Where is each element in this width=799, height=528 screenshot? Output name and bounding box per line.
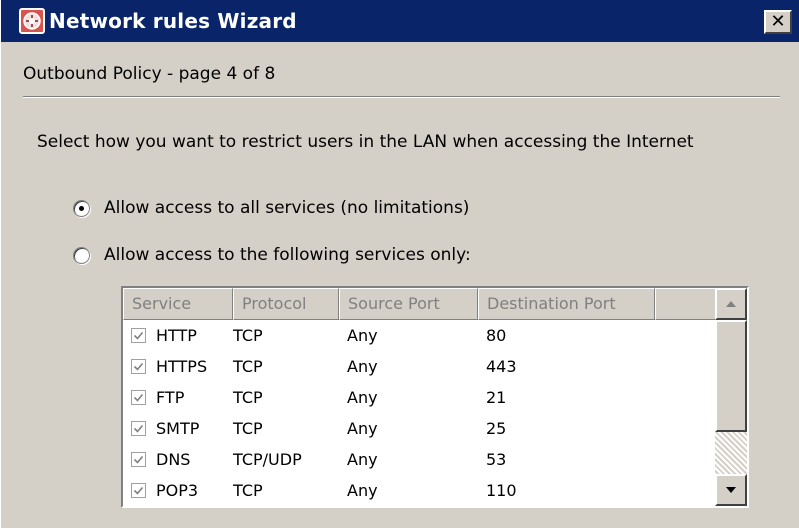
scroll-up-button[interactable] — [715, 288, 747, 320]
protocol-cell: TCP — [233, 388, 263, 407]
source-port-cell: Any — [347, 326, 378, 345]
service-cell: DNS — [123, 450, 233, 469]
column-header-service[interactable]: Service — [123, 288, 233, 320]
scroll-up-arrow-icon — [726, 301, 736, 307]
protocol-cell: TCP — [233, 481, 263, 500]
service-name: HTTP — [156, 326, 197, 345]
checkmark-icon — [133, 331, 144, 340]
source-port-cell: Any — [347, 357, 378, 376]
protocol-cell: TCP — [233, 357, 263, 376]
radio-button-checked[interactable] — [73, 199, 90, 217]
table-row[interactable]: POP3 TCP Any 110 — [123, 475, 717, 506]
radio-button-unchecked[interactable] — [73, 246, 90, 264]
service-checkbox[interactable] — [131, 328, 146, 343]
table-row[interactable]: HTTPS TCP Any 443 — [123, 351, 717, 382]
checkmark-icon — [133, 486, 144, 495]
service-cell: POP3 — [123, 481, 233, 500]
checkmark-icon — [133, 393, 144, 402]
service-cell: FTP — [123, 388, 233, 407]
scroll-thumb[interactable] — [715, 320, 747, 432]
radio-allow-all[interactable]: Allow access to all services (no limitat… — [73, 198, 469, 218]
service-checkbox[interactable] — [131, 421, 146, 436]
service-cell: SMTP — [123, 419, 233, 438]
service-checkbox[interactable] — [131, 359, 146, 374]
destination-port-cell: 80 — [486, 326, 507, 345]
service-name: SMTP — [156, 419, 200, 438]
column-header-empty — [655, 288, 717, 320]
table-row[interactable]: DNS TCP/UDP Any 53 — [123, 444, 717, 475]
network-wizard-icon — [19, 8, 45, 34]
table-row[interactable]: SMTP TCP Any 25 — [123, 413, 717, 444]
destination-port-cell: 21 — [486, 388, 507, 407]
checkmark-icon — [133, 455, 144, 464]
source-port-cell: Any — [347, 388, 378, 407]
protocol-cell: TCP/UDP — [233, 450, 302, 469]
column-header-destination-port[interactable]: Destination Port — [478, 288, 655, 320]
wizard-window: Network rules Wizard ✕ Outbound Policy -… — [0, 0, 799, 528]
column-header-protocol[interactable]: Protocol — [233, 288, 339, 320]
source-port-cell: Any — [347, 481, 378, 500]
services-list[interactable]: Service Protocol Source Port Destination… — [121, 286, 749, 508]
service-name: FTP — [156, 388, 185, 407]
destination-port-cell: 110 — [486, 481, 517, 500]
source-port-cell: Any — [347, 450, 378, 469]
service-cell: HTTPS — [123, 357, 233, 376]
service-checkbox[interactable] — [131, 390, 146, 405]
close-icon: ✕ — [770, 11, 786, 32]
close-button[interactable]: ✕ — [764, 10, 792, 34]
protocol-cell: TCP — [233, 326, 263, 345]
page-header: Outbound Policy - page 4 of 8 — [23, 64, 276, 84]
service-checkbox[interactable] — [131, 452, 146, 467]
vertical-scrollbar[interactable] — [715, 288, 747, 506]
destination-port-cell: 443 — [486, 357, 517, 376]
list-body: HTTP TCP Any 80 HTTPS TCP Any 443 FTP TCP Any 21 SMT… — [123, 320, 717, 506]
instructions-text: Select how you want to restrict users in… — [37, 132, 694, 152]
radio-label: Allow access to all services (no limitat… — [104, 198, 470, 218]
destination-port-cell: 25 — [486, 419, 507, 438]
service-name: HTTPS — [156, 357, 208, 376]
title-bar[interactable]: Network rules Wizard ✕ — [1, 0, 799, 42]
checkmark-icon — [133, 362, 144, 371]
table-row[interactable]: FTP TCP Any 21 — [123, 382, 717, 413]
list-header: Service Protocol Source Port Destination… — [123, 288, 717, 320]
window-title: Network rules Wizard — [49, 9, 297, 33]
checkmark-icon — [133, 424, 144, 433]
destination-port-cell: 53 — [486, 450, 507, 469]
column-header-source-port[interactable]: Source Port — [339, 288, 478, 320]
source-port-cell: Any — [347, 419, 378, 438]
scroll-down-arrow-icon — [726, 487, 736, 493]
protocol-cell: TCP — [233, 419, 263, 438]
header-divider — [23, 96, 780, 98]
radio-allow-following[interactable]: Allow access to the following services o… — [73, 245, 471, 265]
scroll-down-button[interactable] — [715, 474, 747, 506]
service-checkbox[interactable] — [131, 483, 146, 498]
service-name: DNS — [156, 450, 191, 469]
radio-label: Allow access to the following services o… — [104, 245, 471, 265]
service-name: POP3 — [156, 481, 199, 500]
table-row[interactable]: HTTP TCP Any 80 — [123, 320, 717, 351]
service-cell: HTTP — [123, 326, 233, 345]
